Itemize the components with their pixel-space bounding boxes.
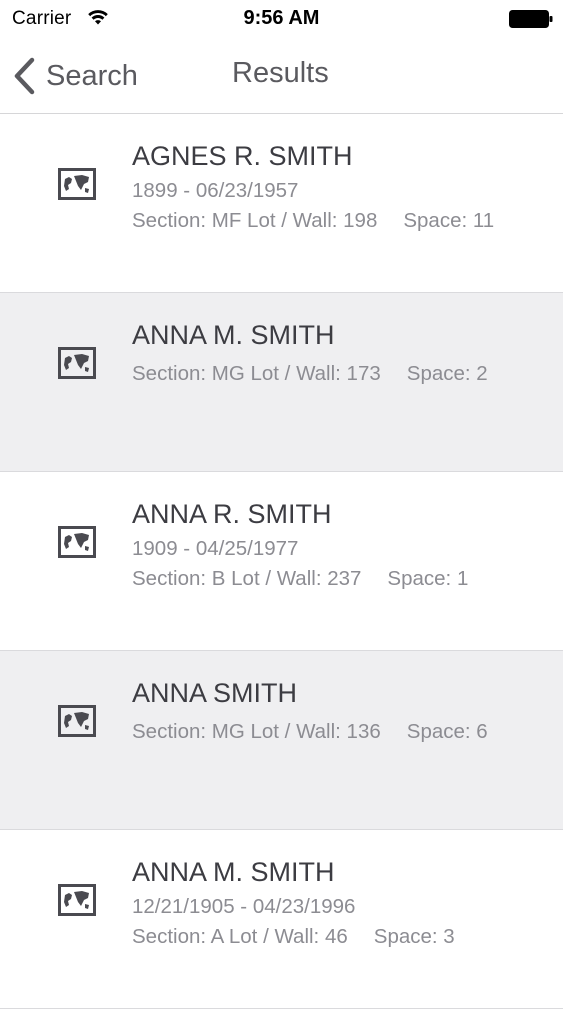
result-space: Space: 1 (387, 567, 469, 590)
result-row[interactable]: AGNES R. SMITH 1899 - 06/23/1957 Section… (0, 114, 563, 293)
map-icon (58, 884, 96, 916)
status-bar: Carrier 9:56 AM (0, 0, 563, 40)
result-location: Section: A Lot / Wall: 46 Space: 3 (132, 925, 455, 949)
map-icon (58, 526, 96, 558)
map-icon (58, 168, 96, 200)
back-button-label: Search (46, 59, 138, 92)
result-section: Section: MF Lot / Wall: 198 (132, 209, 378, 232)
result-location: Section: MG Lot / Wall: 136 Space: 6 (132, 720, 488, 744)
map-icon (58, 705, 96, 737)
result-name: AGNES R. SMITH (132, 141, 353, 171)
result-section: Section: MG Lot / Wall: 136 (132, 720, 381, 743)
result-space: Space: 11 (403, 209, 495, 232)
result-name: ANNA SMITH (132, 678, 298, 708)
result-name: ANNA M. SMITH (132, 857, 335, 887)
battery-icon (509, 10, 553, 28)
navigation-bar: Search Results (0, 40, 563, 114)
result-space: Space: 3 (373, 925, 455, 948)
status-time: 9:56 AM (243, 7, 320, 29)
back-button[interactable]: Search (12, 54, 138, 98)
result-section: Section: A Lot / Wall: 46 (132, 925, 348, 948)
result-name: ANNA R. SMITH (132, 499, 332, 529)
result-space: Space: 2 (406, 362, 488, 385)
result-location: Section: B Lot / Wall: 237 Space: 1 (132, 567, 468, 591)
result-section: Section: B Lot / Wall: 237 (132, 567, 362, 590)
result-location: Section: MG Lot / Wall: 173 Space: 2 (132, 362, 488, 386)
result-row[interactable]: ANNA SMITH Section: MG Lot / Wall: 136 Sp… (0, 651, 563, 830)
chevron-left-icon (14, 57, 35, 95)
result-section: Section: MG Lot / Wall: 173 (132, 362, 381, 385)
result-name: ANNA M. SMITH (132, 320, 335, 350)
result-row[interactable]: ANNA M. SMITH 12/21/1905 - 04/23/1996 Se… (0, 830, 563, 1009)
results-list: AGNES R. SMITH 1899 - 06/23/1957 Section… (0, 114, 563, 1009)
result-location: Section: MF Lot / Wall: 198 Space: 11 (132, 209, 494, 233)
result-dates: 12/21/1905 - 04/23/1996 (132, 895, 356, 918)
result-row[interactable]: ANNA R. SMITH 1909 - 04/25/1977 Section:… (0, 472, 563, 651)
result-dates: 1899 - 06/23/1957 (132, 179, 299, 202)
result-space: Space: 6 (406, 720, 488, 743)
page-title: Results (232, 57, 329, 89)
result-dates: 1909 - 04/25/1977 (132, 537, 299, 560)
result-row[interactable]: ANNA M. SMITH Section: MG Lot / Wall: 17… (0, 293, 563, 472)
map-icon (58, 347, 96, 379)
